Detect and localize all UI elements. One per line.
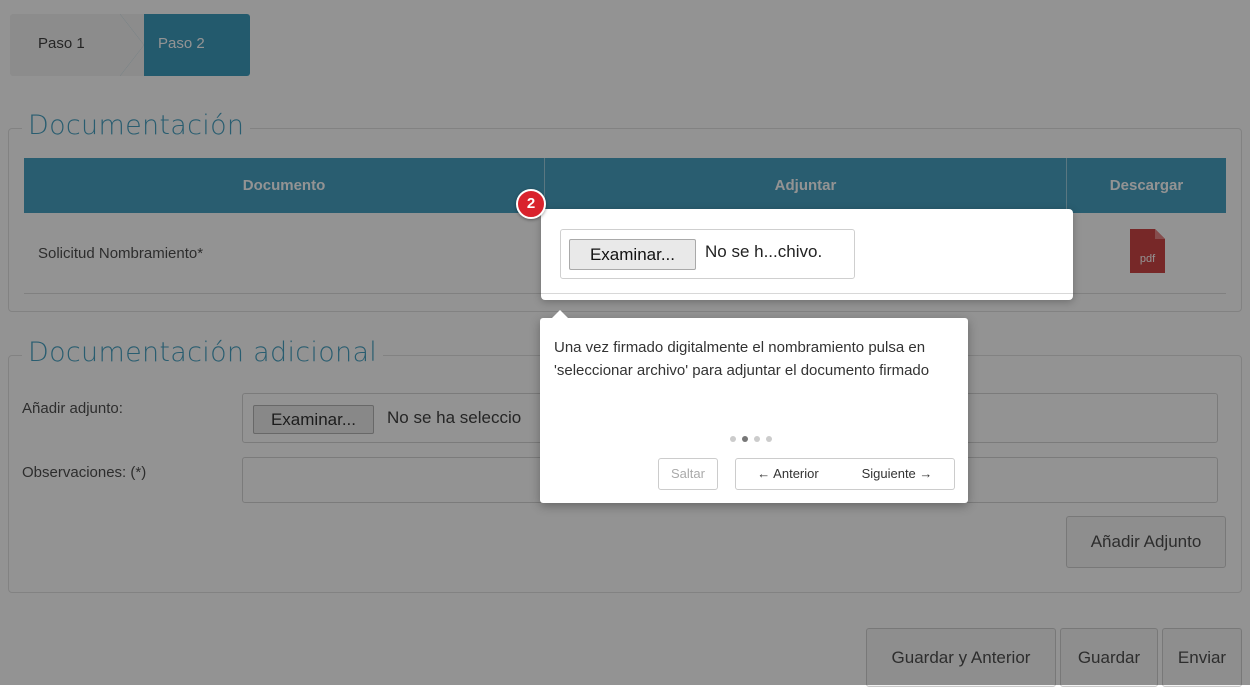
file-status: No se h...chivo. xyxy=(705,242,823,261)
tour-popover: Una vez firmado digitalmente el nombrami… xyxy=(540,310,968,503)
examinar-button[interactable]: Examinar... xyxy=(569,239,696,270)
popover-text: Una vez firmado digitalmente el nombrami… xyxy=(554,339,930,379)
tour-step-badge: 2 xyxy=(516,189,546,219)
step-dot-active[interactable] xyxy=(742,436,748,442)
popover-arrow xyxy=(552,310,568,318)
skip-button[interactable]: Saltar xyxy=(658,458,718,490)
step-dots xyxy=(730,429,778,447)
page: Paso 1 Paso 2 Documentación Documento Ad… xyxy=(0,0,1250,687)
prev-button[interactable]: ← Anterior xyxy=(735,458,841,490)
next-button[interactable]: Siguiente → xyxy=(840,458,955,490)
step-dot[interactable] xyxy=(754,436,760,442)
step-dot[interactable] xyxy=(766,436,772,442)
adjuntar-file-input[interactable]: Examinar... No se h...chivo. xyxy=(560,229,855,279)
step-dot[interactable] xyxy=(730,436,736,442)
tour-highlight-adjuntar: Examinar... No se h...chivo. xyxy=(541,209,1073,300)
row-divider xyxy=(541,293,1073,294)
